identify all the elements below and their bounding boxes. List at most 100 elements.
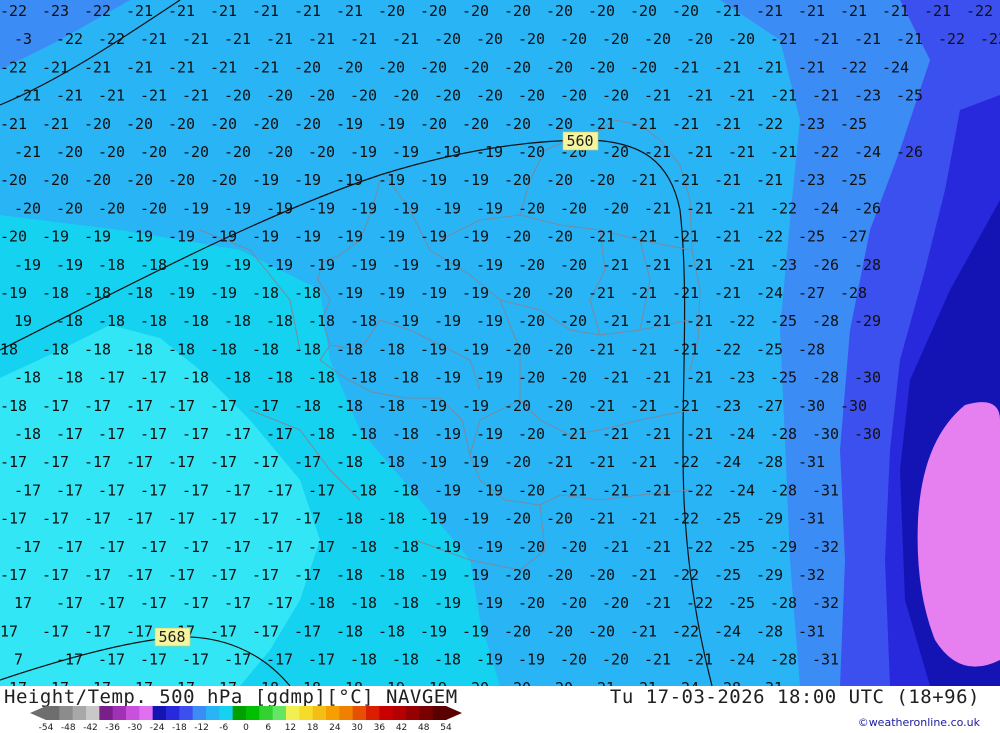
temperature-value: -19 bbox=[462, 171, 489, 189]
temperature-value: -17 bbox=[252, 453, 279, 471]
scale-label: -36 bbox=[105, 723, 121, 733]
temperature-value: -18 bbox=[140, 256, 167, 274]
temperature-value: -22 bbox=[672, 510, 699, 528]
temperature-value: -20 bbox=[140, 199, 167, 217]
temperature-value: -30 bbox=[854, 425, 881, 443]
scale-color-swatch bbox=[379, 706, 394, 720]
temperature-value: -20 bbox=[168, 171, 195, 189]
temperature-value: -18 bbox=[378, 622, 405, 640]
temperature-value: -20 bbox=[420, 58, 447, 76]
temperature-value: -19 bbox=[182, 256, 209, 274]
temperature-value: -20 bbox=[56, 199, 83, 217]
temperature-value: -20 bbox=[602, 143, 629, 161]
temperature-value: -17 bbox=[56, 594, 83, 612]
temperature-value: -20 bbox=[56, 143, 83, 161]
temperature-value: -24 bbox=[812, 199, 839, 217]
temperature-value: -20 bbox=[728, 30, 755, 48]
scale-color-swatch bbox=[112, 706, 127, 720]
temperature-value: -21 bbox=[168, 2, 195, 20]
temperature-value: -19 bbox=[336, 171, 363, 189]
temperature-value: -20 bbox=[546, 2, 573, 20]
temperature-value: -21 bbox=[840, 2, 867, 20]
temperature-value: -19 bbox=[294, 171, 321, 189]
temperature-value: -19 bbox=[476, 143, 503, 161]
temperature-value: -17 bbox=[126, 510, 153, 528]
temperature-value: -20 bbox=[504, 453, 531, 471]
scale-color-swatch bbox=[419, 706, 434, 720]
temperature-value: 7 bbox=[14, 651, 23, 669]
temperature-value: -25 bbox=[896, 87, 923, 105]
temperature-value: -19 bbox=[14, 256, 41, 274]
temperature-value: -19 bbox=[476, 425, 503, 443]
temperature-value: -21 bbox=[602, 425, 629, 443]
temperature-value: -19 bbox=[462, 228, 489, 246]
temperature-value: -20 bbox=[98, 199, 125, 217]
temperature-value: -17 bbox=[252, 566, 279, 584]
temperature-value: -19 bbox=[434, 538, 461, 556]
temperature-value: -22 bbox=[0, 2, 27, 20]
temperature-value: -19 bbox=[42, 228, 69, 246]
temperature-value: -22 bbox=[812, 143, 839, 161]
weather-map: -22 -23 -22 -21 -21 -21 -21 -21 -21 -20 -20 -20 -20-… bbox=[0, 0, 1000, 686]
temperature-value: -18 bbox=[252, 679, 279, 686]
temperature-value: -20 bbox=[602, 30, 629, 48]
scale-color-swatch bbox=[286, 706, 300, 720]
temperature-value: -17 bbox=[210, 566, 237, 584]
temperature-value: -21 bbox=[644, 256, 671, 274]
temperature-value: -19 bbox=[476, 256, 503, 274]
temperature-value: -19 bbox=[420, 397, 447, 415]
temperature-value: -21 bbox=[798, 58, 825, 76]
temperature-value: -21 bbox=[728, 256, 755, 274]
map-title: Height/Temp. 500 hPa [gdmp][°C] NAVGEM bbox=[4, 686, 458, 708]
temperature-value: -25 bbox=[728, 538, 755, 556]
temperature-value: -17 bbox=[0, 510, 27, 528]
temperature-value: -17 bbox=[98, 425, 125, 443]
temperature-value: -26 bbox=[896, 143, 923, 161]
temperature-value: -18 bbox=[392, 538, 419, 556]
temperature-value: -22 bbox=[686, 481, 713, 499]
temperature-value: -21 bbox=[266, 30, 293, 48]
temperature-value: -17 bbox=[224, 425, 251, 443]
temperature-value: -17 bbox=[84, 397, 111, 415]
temperature-value: -28 bbox=[798, 340, 825, 358]
temperature-value: -17 bbox=[98, 538, 125, 556]
temperature-value: -23 bbox=[854, 87, 881, 105]
temperature-value: -17 bbox=[140, 651, 167, 669]
temperature-value: -18 bbox=[378, 566, 405, 584]
temperature-value: -21 bbox=[168, 58, 195, 76]
temperature-value: -23 bbox=[980, 30, 1000, 48]
temperature-value: -18 bbox=[42, 284, 69, 302]
temperature-value: -29 bbox=[756, 510, 783, 528]
temperature-value: -30 bbox=[854, 369, 881, 387]
temperature-value: -18 bbox=[294, 679, 321, 686]
temperature-value: -21 bbox=[882, 2, 909, 20]
temperature-value: -17 bbox=[140, 369, 167, 387]
temperature-value: -21 bbox=[686, 651, 713, 669]
temperature-value: -22 bbox=[728, 312, 755, 330]
scale-label: 42 bbox=[395, 723, 408, 733]
temperature-value: -29 bbox=[770, 538, 797, 556]
temperature-value: -17 bbox=[210, 622, 237, 640]
temperature-value: -20 bbox=[588, 566, 615, 584]
temperature-value: -31 bbox=[812, 651, 839, 669]
temperature-value: -21 bbox=[56, 87, 83, 105]
temperature-value: -20 bbox=[518, 199, 545, 217]
temperature-value: -20 bbox=[84, 115, 111, 133]
scale-color-swatch bbox=[86, 706, 100, 720]
scale-color-swatch bbox=[406, 706, 420, 720]
credit-link[interactable]: ©weatheronline.co.uk bbox=[858, 716, 980, 729]
temperature-value: -20 bbox=[462, 115, 489, 133]
color-scale-labels: -54 -48 -42 -36 -30 -24 -18 -12 -6 0 6 12 18 24 30 36 42… bbox=[30, 723, 470, 733]
temperature-value: -17 bbox=[0, 679, 27, 686]
temperature-value: -20 bbox=[462, 2, 489, 20]
temperature-value: -19 bbox=[476, 369, 503, 387]
temperature-value: -19 bbox=[378, 115, 405, 133]
temperature-value: -17 bbox=[266, 481, 293, 499]
temperature-value: -22 bbox=[0, 58, 27, 76]
temperature-value: -20 bbox=[462, 58, 489, 76]
temperature-value: -27 bbox=[798, 284, 825, 302]
temperature-value: -19 bbox=[266, 199, 293, 217]
temperature-value: -19 bbox=[378, 228, 405, 246]
temperature-value: -21 bbox=[798, 2, 825, 20]
temperature-value: -28 bbox=[770, 594, 797, 612]
